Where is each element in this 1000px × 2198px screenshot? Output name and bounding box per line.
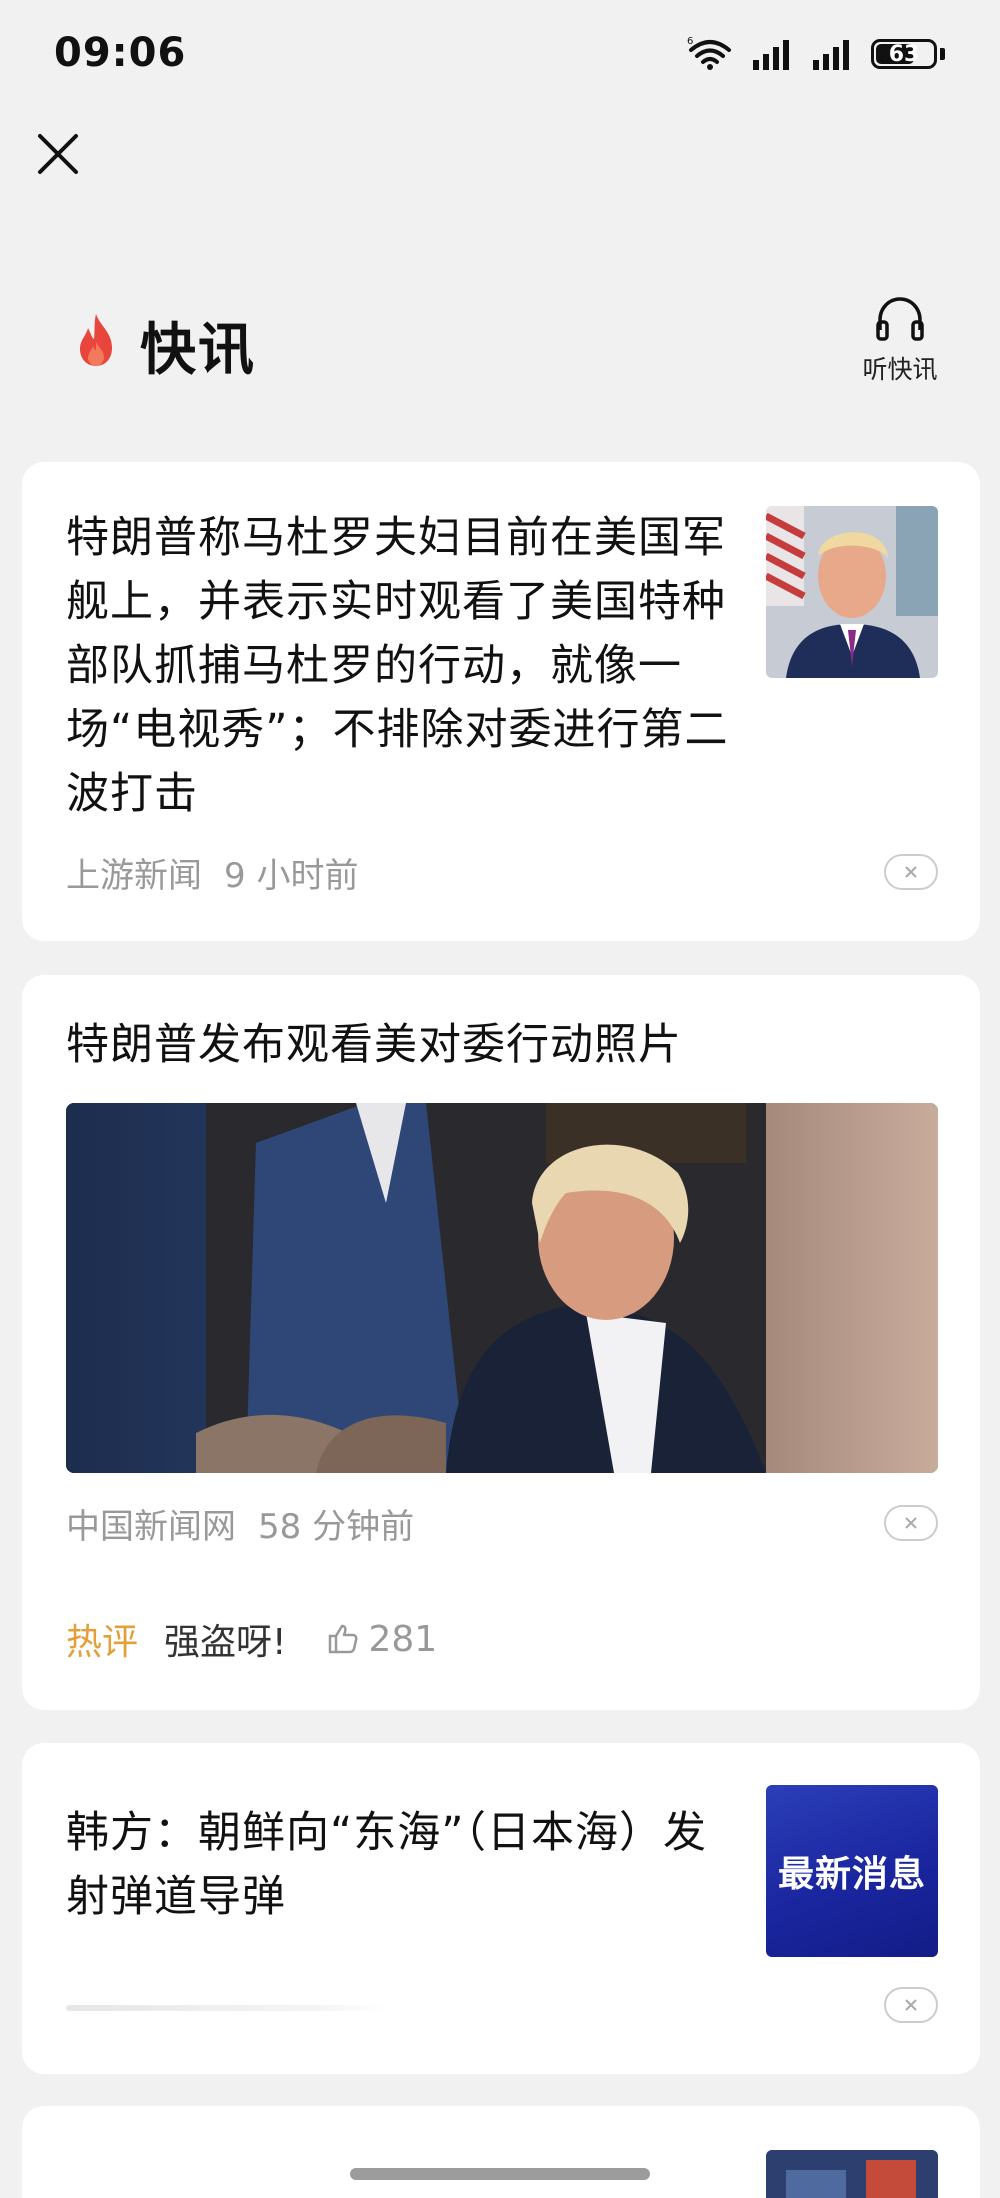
close-icon (38, 134, 78, 174)
hot-comment-text: 强盗呀! (164, 1622, 287, 1663)
dismiss-button[interactable] (884, 854, 938, 890)
dismiss-button[interactable] (884, 1505, 938, 1541)
status-icons: 6 63 (687, 36, 945, 72)
news-card[interactable]: 特朗普称马杜罗夫妇目前在美国军舰上，并表示实时观看了美国特种部队抓捕马杜罗的行动… (22, 462, 980, 941)
news-meta: 上游新闻 9 小时前 (66, 848, 358, 897)
news-meta: 中国新闻网 58 分钟前 (66, 1499, 414, 1548)
page-title: 快讯 (140, 318, 256, 383)
news-time: 58 分钟前 (258, 1507, 415, 1547)
fire-icon (80, 314, 112, 366)
news-image[interactable] (66, 1103, 938, 1473)
signal-icon (813, 40, 849, 70)
thumbs-up-icon (329, 1624, 358, 1654)
news-source: 中国新闻网 (66, 1507, 236, 1547)
home-indicator[interactable] (350, 2168, 650, 2180)
battery-level: 63 (888, 41, 920, 67)
news-card[interactable]: 特朗普发布观看美对委行动照片 中国新闻网 58 分钟前 热评 强盗呀! 281 (22, 975, 980, 1710)
news-flash-page: 09:06 6 63 快讯 听快讯 特朗普称马杜罗夫妇目前在美国军舰上，并表示实… (0, 0, 1000, 2198)
dismiss-button[interactable] (884, 1987, 938, 2023)
loading-placeholder (66, 2005, 386, 2011)
news-thumbnail[interactable] (766, 2150, 938, 2198)
news-card[interactable] (22, 2106, 980, 2198)
breaking-news-thumbnail[interactable]: 最新消息 (766, 1785, 938, 1957)
dismiss-icon (905, 1517, 917, 1529)
status-bar: 09:06 6 63 (0, 0, 1000, 110)
wifi-icon: 6 (687, 36, 731, 70)
thumbnail-image (766, 506, 938, 678)
news-title[interactable]: 特朗普称马杜罗夫妇目前在美国军舰上，并表示实时观看了美国特种部队抓捕马杜罗的行动… (66, 506, 746, 826)
signal-icon (753, 40, 789, 70)
thumbnail-image (766, 2150, 938, 2198)
svg-text:6: 6 (687, 36, 693, 47)
status-time: 09:06 (54, 30, 187, 76)
battery-icon: 63 (871, 39, 937, 69)
news-title[interactable]: 韩方：朝鲜向“东海”（日本海）发射弹道导弹 (66, 1801, 746, 1929)
hot-comment-tag: 热评 (66, 1622, 139, 1663)
news-card[interactable]: 韩方：朝鲜向“东海”（日本海）发射弹道导弹 最新消息 (22, 1743, 980, 2074)
close-button[interactable] (32, 128, 84, 180)
news-title[interactable]: 特朗普发布观看美对委行动照片 (66, 1013, 926, 1077)
dismiss-icon (905, 1999, 917, 2011)
news-thumbnail[interactable] (766, 506, 938, 678)
dismiss-icon (905, 866, 917, 878)
hot-comment[interactable]: 热评 强盗呀! 281 (66, 1613, 437, 1665)
listen-news-button[interactable]: 听快讯 (840, 294, 960, 386)
news-photo (66, 1103, 938, 1473)
news-source: 上游新闻 (66, 856, 202, 896)
like-count: 281 (368, 1618, 438, 1660)
listen-label: 听快讯 (862, 355, 938, 384)
breaking-news-label: 最新消息 (777, 1854, 926, 1895)
news-time: 9 小时前 (224, 856, 359, 896)
headphones-icon (876, 297, 924, 341)
like-button[interactable]: 281 (326, 1619, 437, 1660)
battery-nub (940, 48, 945, 60)
